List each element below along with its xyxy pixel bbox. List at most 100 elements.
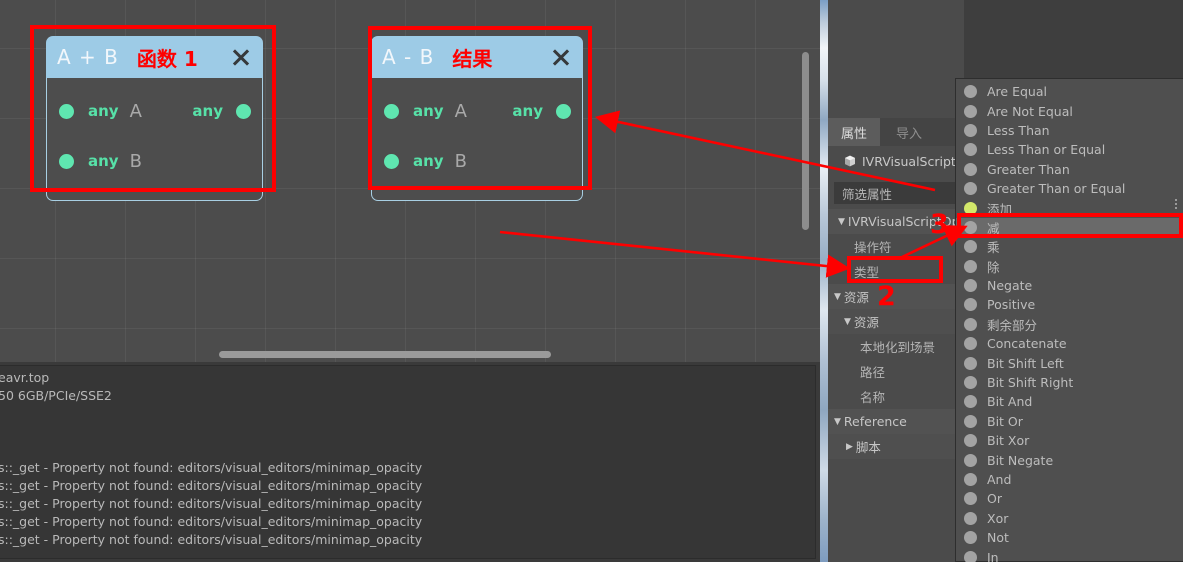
property-label: 本地化到场景	[860, 340, 936, 355]
radio-icon[interactable]	[964, 511, 977, 525]
dropdown-item[interactable]: Positive	[956, 295, 1183, 314]
radio-icon[interactable]	[964, 162, 977, 176]
radio-icon[interactable]	[964, 317, 977, 331]
radio-icon[interactable]	[964, 531, 977, 545]
tab-properties[interactable]: 属性	[828, 118, 880, 146]
filter-properties-input[interactable]: 筛选属性	[834, 182, 958, 204]
chevron-down-icon[interactable]: ▼	[838, 217, 845, 227]
dropdown-item-label: Or	[987, 491, 1002, 507]
console-log-line: s::_get - Property not found: editors/vi…	[0, 478, 423, 493]
dropdown-item[interactable]: Bit Negate	[956, 450, 1183, 469]
annotation-box-operator-property	[847, 256, 943, 283]
dropdown-item-label: And	[987, 472, 1012, 487]
console-log-line: s::_get - Property not found: editors/vi…	[0, 532, 423, 547]
output-console-panel[interactable]: eavr.top 50 6GB/PCIe/SSE2 s::_get - Proper…	[0, 362, 820, 562]
dropdown-item-label: Greater Than or Equal	[987, 181, 1126, 197]
radio-icon[interactable]	[964, 279, 977, 293]
radio-icon[interactable]	[964, 376, 977, 390]
dropdown-item[interactable]: 除	[956, 257, 1183, 276]
property-label: 路径	[860, 365, 886, 380]
dropdown-item[interactable]: Xor	[956, 509, 1183, 528]
chevron-down-icon[interactable]: ▼	[844, 317, 851, 327]
annotation-box-node-2	[368, 26, 592, 190]
inspector-object-name: IVRVisualScriptO	[862, 153, 964, 169]
dropdown-item-label: Less Than or Equal	[987, 142, 1106, 158]
radio-icon[interactable]	[964, 356, 977, 370]
dropdown-item[interactable]: Less Than	[956, 121, 1183, 140]
output-console-log[interactable]: eavr.top 50 6GB/PCIe/SSE2 s::_get - Proper…	[0, 365, 816, 559]
property-row[interactable]: ▼ 资源	[828, 284, 964, 309]
dropdown-item[interactable]: Bit And	[956, 392, 1183, 411]
dropdown-item[interactable]: And	[956, 470, 1183, 489]
dropdown-item[interactable]: Negate	[956, 276, 1183, 295]
radio-icon[interactable]	[964, 395, 977, 409]
radio-icon[interactable]	[964, 434, 977, 448]
dropdown-item-label: Bit Or	[987, 413, 1023, 429]
panel-divider-strip	[820, 0, 828, 562]
radio-icon[interactable]	[964, 298, 977, 312]
console-log-line: s::_get - Property not found: editors/vi…	[0, 460, 423, 475]
radio-icon[interactable]	[964, 123, 977, 137]
dropdown-item[interactable]: Are Equal	[956, 82, 1183, 101]
dropdown-item[interactable]: Bit Shift Left	[956, 353, 1183, 372]
graph-vertical-scrollbar[interactable]	[802, 52, 809, 230]
dropdown-item[interactable]: Concatenate	[956, 334, 1183, 353]
dropdown-item[interactable]: Are Not Equal	[956, 101, 1183, 120]
chevron-down-icon[interactable]: ▼	[834, 292, 841, 302]
console-log-spacer	[0, 423, 815, 441]
dropdown-item-label: Positive	[987, 297, 1036, 313]
cube-icon	[844, 155, 856, 167]
dropdown-item[interactable]: Greater Than or Equal	[956, 179, 1183, 198]
dropdown-item[interactable]: Bit Or	[956, 412, 1183, 431]
inspector-tabs[interactable]: 属性 导入	[828, 118, 964, 146]
dropdown-item[interactable]: Not	[956, 528, 1183, 547]
property-row[interactable]: ▶ 脚本	[828, 434, 964, 459]
inspector-object-row[interactable]: IVRVisualScriptO	[828, 146, 964, 176]
radio-icon[interactable]	[964, 259, 977, 273]
console-log-line: eavr.top	[0, 370, 50, 385]
dropdown-item-label: Bit And	[987, 394, 1033, 410]
radio-icon[interactable]	[964, 453, 977, 467]
tab-import[interactable]: 导入	[880, 118, 938, 146]
annotation-box-dropdown-subtract	[957, 213, 1183, 238]
dropdown-item[interactable]: 乘	[956, 237, 1183, 256]
property-row[interactable]: 本地化到场景	[828, 334, 964, 359]
dropdown-item[interactable]: Bit Shift Right	[956, 373, 1183, 392]
radio-icon[interactable]	[964, 104, 977, 118]
inspector-property-list[interactable]: ▼ IVRVisualScriptOpe 操作符 类型 ▼ 资源 ▼ 资源 本地化到场景 路径 名称…	[828, 209, 964, 459]
property-row[interactable]: 路径	[828, 359, 964, 384]
chevron-right-icon[interactable]: ▶	[846, 442, 853, 452]
dropdown-item[interactable]: 剩余部分	[956, 315, 1183, 334]
dropdown-item-label: Bit Xor	[987, 433, 1030, 449]
dropdown-item-label: Are Not Equal	[987, 103, 1073, 119]
radio-icon[interactable]	[964, 337, 977, 351]
graph-horizontal-scrollbar[interactable]	[219, 351, 551, 358]
dropdown-grip-dots	[1175, 197, 1178, 211]
radio-icon[interactable]	[964, 550, 977, 562]
chevron-down-icon[interactable]: ▼	[834, 417, 841, 427]
operator-dropdown-menu[interactable]: Are Equal Are Not Equal Less Than Less Than…	[955, 78, 1183, 562]
dropdown-item[interactable]: Bit Xor	[956, 431, 1183, 450]
dropdown-item[interactable]: Greater Than	[956, 160, 1183, 179]
radio-icon[interactable]	[964, 85, 977, 99]
inspector-top-gap	[828, 0, 964, 118]
app-root: A + B 函数 1 any A any any B A - B 结果 any …	[0, 0, 1183, 562]
radio-icon[interactable]	[964, 492, 977, 506]
radio-icon[interactable]	[964, 143, 977, 157]
radio-icon[interactable]	[964, 182, 977, 196]
property-row[interactable]: 名称	[828, 384, 964, 409]
property-row[interactable]: ▼ 资源	[828, 309, 964, 334]
operator-dropdown-list[interactable]: Are Equal Are Not Equal Less Than Less Than…	[956, 82, 1183, 562]
radio-icon[interactable]	[964, 473, 977, 486]
property-row[interactable]: ▼ Reference	[828, 409, 964, 434]
radio-icon[interactable]	[964, 414, 977, 428]
console-log-line: s::_get - Property not found: editors/vi…	[0, 514, 423, 529]
dropdown-item[interactable]: In	[956, 547, 1183, 562]
console-log-spacer	[0, 441, 815, 459]
dropdown-item[interactable]: Less Than or Equal	[956, 140, 1183, 159]
radio-icon[interactable]	[964, 240, 977, 254]
property-label: 资源	[853, 315, 879, 330]
dropdown-item-label: Less Than	[987, 122, 1050, 138]
dropdown-item[interactable]: Or	[956, 489, 1183, 508]
property-label: 名称	[860, 390, 886, 405]
